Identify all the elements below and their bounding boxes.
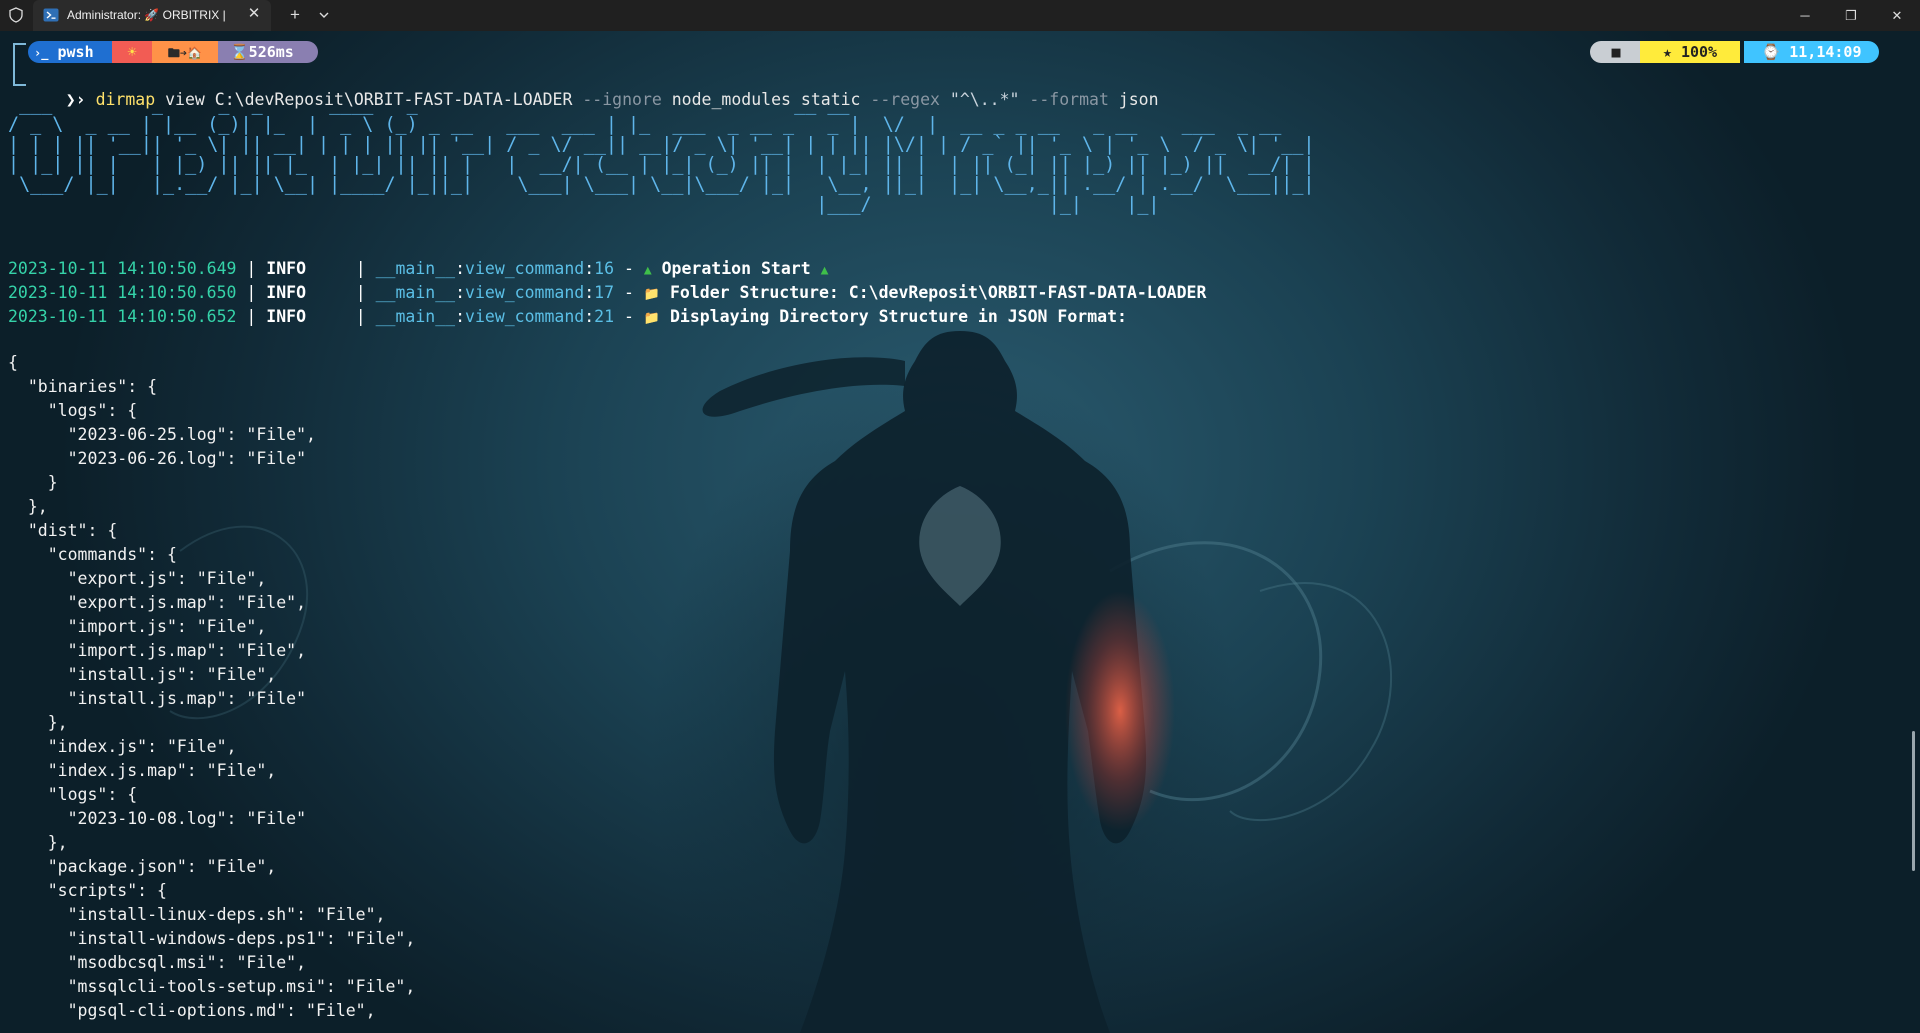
- json-line: "2023-06-26.log": "File": [8, 449, 307, 468]
- clock-time: ⌚ 11,14:09: [1761, 43, 1862, 61]
- log-timestamp: 2023-10-11 14:10:50.649: [8, 259, 237, 278]
- log-message: Folder Structure: C:\devReposit\ORBIT-FA…: [669, 283, 1207, 302]
- json-line: "install.js": "File",: [8, 665, 277, 684]
- json-line: },: [8, 713, 68, 732]
- log-separator: |: [306, 283, 376, 302]
- prompt-sun-segment: ☀: [112, 41, 152, 63]
- minimize-button[interactable]: ─: [1782, 0, 1828, 31]
- log-function: view_command: [465, 283, 585, 302]
- log-message: Operation Start: [661, 259, 811, 278]
- tree-icon: ▲: [820, 263, 829, 278]
- json-line: "dist": {: [8, 521, 118, 540]
- sun-icon: ☀: [127, 43, 137, 61]
- prompt-shell-segment: ›_ pwsh: [28, 41, 116, 63]
- log-row: 2023-10-11 14:10:50.649 | INFO | __main_…: [8, 257, 828, 281]
- log-timestamp: 2023-10-11 14:10:50.652: [8, 307, 237, 326]
- json-line: "logs": {: [8, 401, 138, 420]
- scrollbar-thumb[interactable]: [1912, 731, 1915, 871]
- json-line: "2023-10-08.log": "File": [8, 809, 307, 828]
- prompt-battery-segment: ★ 100%: [1640, 41, 1740, 63]
- terminal-tab[interactable]: Administrator: 🚀 ORBITRIX | ✕: [33, 0, 271, 31]
- powershell-icon: [43, 8, 59, 22]
- prompt-shell-label: pwsh: [57, 43, 94, 61]
- log-row: 2023-10-11 14:10:50.650 | INFO | __main_…: [8, 281, 1206, 305]
- log-module: __main__: [375, 283, 456, 302]
- json-line: "index.js": "File",: [8, 737, 237, 756]
- log-separator: |: [236, 307, 267, 326]
- log-separator: :: [455, 307, 466, 326]
- json-line: "import.js.map": "File",: [8, 641, 307, 660]
- log-separator: :: [584, 307, 595, 326]
- json-line: },: [8, 497, 48, 516]
- json-line: "package.json": "File",: [8, 857, 277, 876]
- json-line: "mssqlcli-tools-setup.msi": "File",: [8, 977, 416, 996]
- log-separator: :: [455, 283, 466, 302]
- json-line: {: [8, 353, 18, 372]
- log-function: view_command: [465, 307, 585, 326]
- log-separator: |: [236, 259, 267, 278]
- log-separator: |: [306, 307, 376, 326]
- tab-title: Administrator: 🚀 ORBITRIX |: [67, 8, 226, 22]
- json-line: }: [8, 473, 58, 492]
- folder-icon: 📁: [643, 287, 661, 302]
- prompt-folder-segment: 🖿➔🏠: [152, 41, 218, 63]
- log-separator: |: [306, 259, 376, 278]
- log-line-number: 21: [594, 307, 615, 326]
- log-separator: :: [584, 283, 595, 302]
- log-separator: |: [236, 283, 267, 302]
- json-line: "export.js": "File",: [8, 569, 267, 588]
- prompt-duration-segment: ⌛526ms: [218, 41, 318, 63]
- log-line-number: 17: [594, 283, 615, 302]
- log-level: INFO: [266, 259, 307, 278]
- shield-icon[interactable]: [8, 7, 24, 23]
- log-separator: :: [455, 259, 466, 278]
- log-row: 2023-10-11 14:10:50.652 | INFO | __main_…: [8, 305, 1127, 329]
- home-folder-icon: 🖿➔🏠: [167, 46, 203, 60]
- json-line: },: [8, 833, 68, 852]
- json-line: "install-linux-deps.sh": "File",: [8, 905, 386, 924]
- json-line: "import.js": "File",: [8, 617, 267, 636]
- json-line: "binaries": {: [8, 377, 158, 396]
- log-module: __main__: [375, 259, 456, 278]
- folder-icon: 📁: [643, 311, 661, 326]
- json-line: "install-windows-deps.ps1": "File",: [8, 929, 416, 948]
- log-level: INFO: [266, 283, 307, 302]
- window-titlebar: Administrator: 🚀 ORBITRIX | ✕ + ─ ❐ ✕: [0, 0, 1920, 31]
- log-separator: -: [614, 283, 644, 302]
- terminal-icon: ›_: [34, 46, 49, 60]
- json-line: "export.js.map": "File",: [8, 593, 307, 612]
- chevron-down-icon[interactable]: [315, 5, 333, 25]
- terminal-viewport[interactable]: ›_ pwsh ☀ 🖿➔🏠 ⌛526ms ■ ★ 100% ⌚ 11,14:09…: [0, 31, 1920, 1033]
- log-module: __main__: [375, 307, 456, 326]
- battery-level: ★ 100%: [1662, 43, 1718, 61]
- json-line: "commands": {: [8, 545, 177, 564]
- prompt-battery-icon-segment: ■: [1590, 41, 1642, 63]
- log-line-number: 16: [594, 259, 615, 278]
- log-separator: :: [584, 259, 595, 278]
- log-function: view_command: [465, 259, 585, 278]
- log-timestamp: 2023-10-11 14:10:50.650: [8, 283, 237, 302]
- json-line: "2023-06-25.log": "File",: [8, 425, 316, 444]
- prompt-clock-segment: ⌚ 11,14:09: [1744, 41, 1879, 63]
- json-line: "msodbcsql.msi": "File",: [8, 953, 307, 972]
- battery-icon: ■: [1611, 43, 1621, 61]
- log-level: INFO: [266, 307, 307, 326]
- log-message: Displaying Directory Structure in JSON F…: [669, 307, 1127, 326]
- json-line: "pgsql-cli-options.md": "File",: [8, 1001, 376, 1020]
- prompt-duration: ⌛526ms: [230, 43, 294, 61]
- json-line: "scripts": {: [8, 881, 167, 900]
- json-line: "install.js.map": "File": [8, 689, 307, 708]
- close-tab-icon[interactable]: ✕: [245, 5, 263, 23]
- restore-button[interactable]: ❐: [1828, 0, 1874, 31]
- ascii-banner: ___ _ _ _ ____ _ __ __ / _ \ _ __ | |__ …: [8, 94, 1315, 215]
- log-separator: -: [614, 259, 644, 278]
- json-line: "index.js.map": "File",: [8, 761, 277, 780]
- log-separator: -: [614, 307, 644, 326]
- new-tab-button[interactable]: +: [285, 5, 305, 25]
- tree-icon: ▲: [643, 263, 652, 278]
- json-line: "logs": {: [8, 785, 138, 804]
- close-window-button[interactable]: ✕: [1874, 0, 1920, 31]
